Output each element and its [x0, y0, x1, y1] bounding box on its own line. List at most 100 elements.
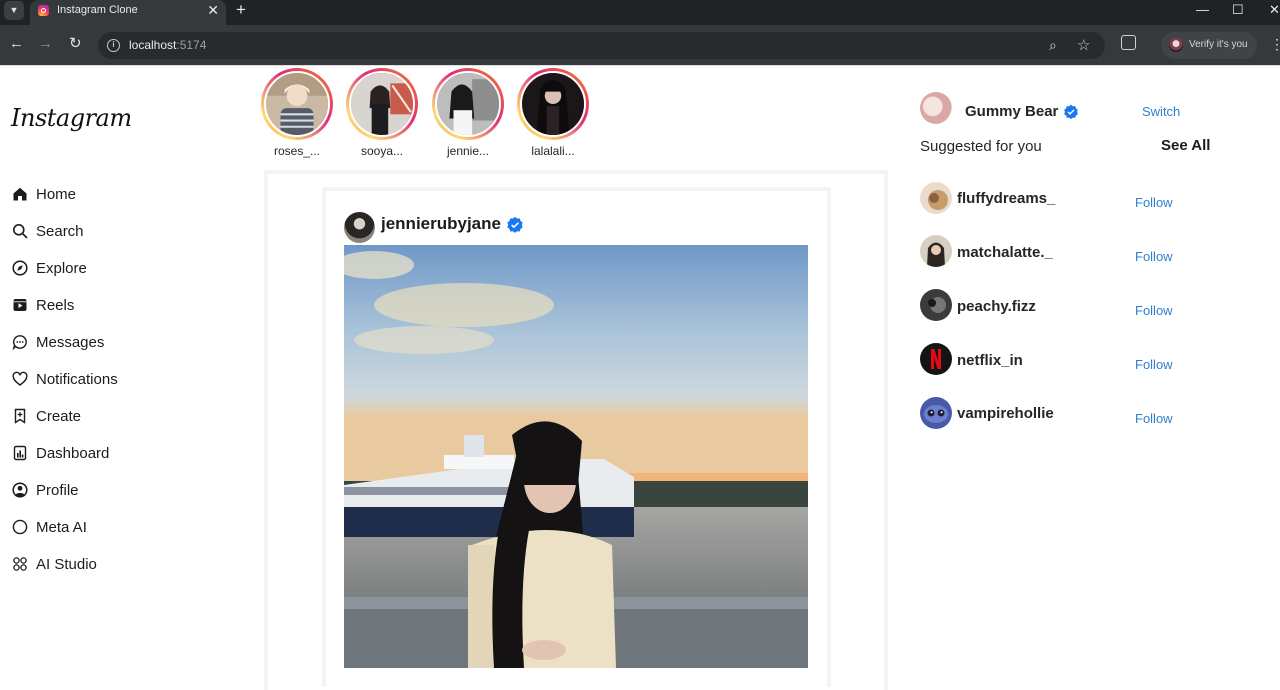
home-icon [11, 186, 28, 203]
sidebar-item-label: Explore [36, 259, 87, 277]
sidebar-item-explore[interactable]: Explore [11, 256, 87, 280]
story-avatar [520, 71, 586, 137]
browser-tab-bar: ▼ Instagram Clone ✕ + — ☐ ✕ [0, 0, 1280, 25]
sidebar-item-label: Dashboard [36, 444, 110, 462]
story-item[interactable]: roses_... [260, 68, 334, 158]
see-all-link[interactable]: See All [1161, 137, 1210, 154]
forward-button[interactable]: → [38, 35, 53, 53]
reels-icon [11, 297, 28, 314]
suggestion-avatar[interactable] [920, 397, 952, 429]
story-ring [432, 68, 504, 140]
sidebar-item-label: Notifications [36, 370, 118, 388]
post-username: jennierubyjane [381, 214, 501, 233]
sidebar-item-label: Create [36, 407, 82, 425]
story-ring [346, 68, 418, 140]
post-author-avatar[interactable] [344, 212, 375, 243]
story-avatar [349, 71, 415, 137]
instagram-logo[interactable]: Instagram [11, 104, 132, 132]
sidebar-item-label: Home [36, 185, 77, 203]
sidebar-item-search[interactable]: Search [11, 219, 84, 243]
post-author[interactable]: jennierubyjane [381, 214, 524, 234]
story-ring [517, 68, 589, 140]
profile-verify-label: Verify it's you [1189, 39, 1248, 50]
current-user-name: Gummy Bear [965, 103, 1059, 120]
back-button[interactable]: ← [9, 35, 24, 53]
story-username: lalalali... [531, 144, 575, 158]
story-avatar [264, 71, 330, 137]
sidebar-item-create[interactable]: Create [11, 404, 81, 428]
instagram-page: Instagram Home Search Explore Reels Mess… [0, 66, 1280, 690]
maximize-window-button[interactable]: ☐ [1232, 2, 1244, 18]
zoom-icon[interactable]: ⌕ [1049, 37, 1057, 54]
current-user-avatar[interactable] [920, 92, 952, 124]
suggestion-avatar[interactable] [920, 343, 952, 375]
sidebar-item-meta-ai[interactable]: Meta AI [11, 515, 87, 539]
story-ring [261, 68, 333, 140]
message-icon [11, 334, 28, 351]
sidebar-item-profile[interactable]: Profile [11, 478, 79, 502]
compass-icon [11, 260, 28, 277]
browser-tab[interactable]: Instagram Clone ✕ [30, 0, 226, 25]
tab-title: Instagram Clone [57, 4, 138, 16]
suggestion-username[interactable]: peachy.fizz [957, 298, 1036, 315]
profile-avatar [1169, 38, 1183, 52]
follow-button[interactable]: Follow [1135, 303, 1173, 318]
url-text: localhost:5174 [129, 38, 207, 52]
sidebar-item-dashboard[interactable]: Dashboard [11, 441, 109, 465]
switch-account-link[interactable]: Switch [1142, 104, 1180, 119]
current-user[interactable]: Gummy Bear [965, 103, 1079, 120]
story-username: jennie... [446, 144, 490, 158]
sidebar-item-label: Search [36, 222, 84, 240]
story-avatar [435, 71, 501, 137]
follow-button[interactable]: Follow [1135, 249, 1173, 264]
site-info-icon[interactable]: i [107, 39, 120, 52]
suggestion-username[interactable]: vampirehollie [957, 405, 1054, 422]
follow-button[interactable]: Follow [1135, 357, 1173, 372]
close-tab-icon[interactable]: ✕ [207, 2, 219, 18]
new-tab-button[interactable]: + [236, 1, 246, 19]
minimize-window-button[interactable]: — [1196, 2, 1209, 18]
suggestion-username[interactable]: matchalatte._ [957, 244, 1053, 261]
suggestion-username[interactable]: netflix_in [957, 352, 1023, 369]
follow-button[interactable]: Follow [1135, 411, 1173, 426]
close-window-button[interactable]: ✕ [1269, 2, 1280, 18]
story-username: roses_... [273, 144, 321, 158]
sidebar-item-reels[interactable]: Reels [11, 293, 74, 317]
follow-button[interactable]: Follow [1135, 195, 1173, 210]
suggestion-avatar[interactable] [920, 289, 952, 321]
extensions-icon[interactable] [1121, 35, 1136, 50]
suggested-heading: Suggested for you [920, 138, 1042, 155]
sidebar-item-messages[interactable]: Messages [11, 330, 104, 354]
story-item[interactable]: lalalali... [516, 68, 590, 158]
story-item[interactable]: sooya... [345, 68, 419, 158]
create-icon [11, 408, 28, 425]
sidebar-item-notifications[interactable]: Notifications [11, 367, 118, 391]
meta-ai-icon [11, 519, 28, 536]
instagram-favicon-icon [38, 5, 49, 16]
suggestion-avatar[interactable] [920, 235, 952, 267]
profile-icon [11, 482, 28, 499]
ai-studio-icon [11, 556, 28, 573]
reload-button[interactable]: ↻ [69, 35, 82, 53]
verified-badge-icon [1063, 104, 1078, 120]
netflix-logo-icon [920, 343, 952, 375]
search-icon [11, 223, 28, 240]
tab-search-button[interactable]: ▼ [4, 1, 24, 20]
sidebar-item-home[interactable]: Home [11, 182, 76, 206]
sidebar-item-label: Reels [36, 296, 75, 314]
address-bar[interactable]: i localhost:5174 ⌕ ☆ [98, 32, 1105, 59]
heart-icon [11, 371, 28, 388]
sidebar-item-ai-studio[interactable]: AI Studio [11, 552, 97, 576]
bookmark-star-icon[interactable]: ☆ [1077, 36, 1090, 54]
post-photo[interactable] [344, 245, 808, 668]
sidebar-item-label: AI Studio [36, 555, 97, 573]
verified-badge-icon [507, 216, 523, 233]
suggestion-avatar[interactable] [920, 182, 952, 214]
story-item[interactable]: jennie... [431, 68, 505, 158]
browser-menu-icon[interactable]: ⋮ [1270, 37, 1280, 51]
suggestion-username[interactable]: fluffydreams_ [957, 190, 1055, 207]
sidebar-item-label: Profile [36, 481, 79, 499]
profile-verify-button[interactable]: Verify it's you [1161, 32, 1257, 59]
sidebar-item-label: Meta AI [36, 518, 87, 536]
story-username: sooya... [360, 144, 404, 158]
